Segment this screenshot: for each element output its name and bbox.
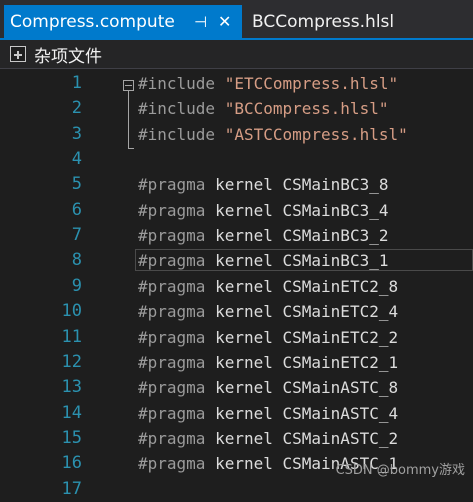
code-line[interactable]: 15 #pragma kernel CSMainASTC_2 [0, 426, 473, 451]
code-text: #pragma kernel CSMainASTC_4 [138, 401, 398, 426]
code-text: #include "BCCompress.hlsl" [138, 96, 388, 121]
preprocessor-directive: #pragma [138, 200, 206, 220]
code-line[interactable]: 6 #pragma kernel CSMainBC3_4 [0, 198, 473, 223]
line-number: 15 [61, 427, 82, 448]
preprocessor-directive: #pragma [138, 454, 206, 474]
code-line[interactable]: 2 #include "BCCompress.hlsl" [0, 96, 473, 121]
line-number: 13 [61, 377, 82, 398]
line-number: 16 [61, 453, 82, 474]
preprocessor-directive: #pragma [138, 226, 206, 246]
line-number: 5 [71, 174, 82, 195]
code-text: #pragma kernel CSMainETC2_1 [138, 350, 398, 375]
preprocessor-directive: #pragma [138, 302, 206, 322]
code-line[interactable]: 17 [0, 477, 473, 502]
line-number: 11 [61, 326, 82, 347]
kernel-declaration: kernel CSMainBC3_4 [215, 200, 389, 220]
preprocessor-directive: #pragma [138, 276, 206, 296]
close-icon[interactable]: ✕ [218, 5, 231, 38]
code-text: #include "ASTCCompress.hlsl" [138, 122, 408, 147]
kernel-declaration: kernel CSMainBC3_1 [215, 251, 389, 271]
code-text: #pragma kernel CSMainETC2_4 [138, 299, 398, 324]
code-text: #pragma kernel CSMainBC3_1 [138, 248, 388, 273]
code-line[interactable]: 14 #pragma kernel CSMainASTC_4 [0, 401, 473, 426]
line-number: 1 [71, 73, 82, 93]
preprocessor-directive: #pragma [138, 403, 206, 423]
preprocessor-directive: #include [138, 99, 216, 119]
tab-label: BCCompress.hlsl [252, 11, 395, 32]
code-line[interactable]: 9 #pragma kernel CSMainETC2_8 [0, 274, 473, 299]
code-line[interactable]: 7 #pragma kernel CSMainBC3_2 [0, 223, 473, 248]
code-text: #pragma kernel CSMainASTC_8 [138, 375, 398, 400]
line-number: 6 [71, 199, 82, 220]
code-line[interactable]: 4 [0, 147, 473, 172]
code-text: #pragma kernel CSMainBC3_4 [138, 198, 388, 223]
code-editor[interactable]: 1 #include "ETCCompress.hlsl" 2 #include "B… [0, 69, 473, 499]
project-icon[interactable] [10, 46, 26, 62]
line-number: 2 [71, 98, 82, 119]
kernel-declaration: kernel CSMainASTC_8 [215, 378, 399, 398]
preprocessor-directive: #include [138, 124, 216, 144]
include-path: "ASTCCompress.hlsl" [224, 124, 408, 144]
preprocessor-directive: #pragma [138, 251, 206, 271]
code-text: #pragma kernel CSMainBC3_8 [138, 172, 388, 197]
navigation-bar: 杂项文件 [0, 40, 473, 69]
line-number: 14 [61, 402, 82, 423]
line-number: 3 [71, 123, 82, 144]
code-line[interactable]: 1 #include "ETCCompress.hlsl" [0, 71, 473, 96]
tab-bccompress-hlsl[interactable]: BCCompress.hlsl [244, 5, 473, 38]
code-text: #pragma kernel CSMainBC3_2 [138, 223, 388, 248]
line-number: 10 [61, 301, 82, 322]
code-line[interactable]: 8 #pragma kernel CSMainBC3_1 [0, 248, 473, 273]
code-line[interactable]: 13 #pragma kernel CSMainASTC_8 [0, 375, 473, 400]
preprocessor-directive: #pragma [138, 428, 206, 448]
code-line[interactable]: 3 #include "ASTCCompress.hlsl" [0, 122, 473, 147]
kernel-declaration: kernel CSMainETC2_4 [215, 302, 399, 322]
tab-bar: Compress.compute ⊣ ✕ BCCompress.hlsl [0, 0, 473, 40]
preprocessor-directive: #pragma [138, 352, 206, 372]
line-number: 12 [61, 351, 82, 372]
line-number: 17 [61, 478, 82, 499]
code-line[interactable]: 5 #pragma kernel CSMainBC3_8 [0, 172, 473, 197]
include-path: "ETCCompress.hlsl" [224, 74, 399, 93]
code-line[interactable]: 10 #pragma kernel CSMainETC2_4 [0, 299, 473, 324]
include-path: "BCCompress.hlsl" [224, 99, 389, 119]
watermark: CSDN @bommy游戏 [335, 463, 465, 478]
code-line[interactable]: 12 #pragma kernel CSMainETC2_1 [0, 350, 473, 375]
kernel-declaration: kernel CSMainETC2_8 [215, 276, 399, 296]
line-number: 7 [71, 225, 82, 246]
code-text: #include "ETCCompress.hlsl" [138, 71, 398, 96]
kernel-declaration: kernel CSMainETC2_1 [215, 352, 399, 372]
kernel-declaration: kernel CSMainASTC_4 [215, 403, 399, 423]
project-dropdown-label[interactable]: 杂项文件 [34, 42, 102, 67]
preprocessor-directive: #pragma [138, 175, 206, 195]
preprocessor-directive: #include [138, 74, 216, 93]
kernel-declaration: kernel CSMainBC3_2 [215, 226, 389, 246]
preprocessor-directive: #pragma [138, 327, 206, 347]
preprocessor-directive: #pragma [138, 378, 206, 398]
line-number: 4 [71, 149, 82, 170]
kernel-declaration: kernel CSMainETC2_2 [215, 327, 399, 347]
pin-icon[interactable]: ⊣ [194, 5, 207, 38]
code-text: #pragma kernel CSMainETC2_8 [138, 274, 398, 299]
code-text: #pragma kernel CSMainASTC_2 [138, 426, 398, 451]
code-text: #pragma kernel CSMainETC2_2 [138, 325, 398, 350]
tab-compress-compute[interactable]: Compress.compute ⊣ ✕ [4, 5, 242, 38]
line-number: 9 [71, 275, 82, 296]
kernel-declaration: kernel CSMainBC3_8 [215, 175, 389, 195]
kernel-declaration: kernel CSMainASTC_2 [215, 428, 399, 448]
line-number: 8 [71, 250, 82, 271]
tab-label: Compress.compute [10, 11, 175, 32]
code-line[interactable]: 11 #pragma kernel CSMainETC2_2 [0, 325, 473, 350]
